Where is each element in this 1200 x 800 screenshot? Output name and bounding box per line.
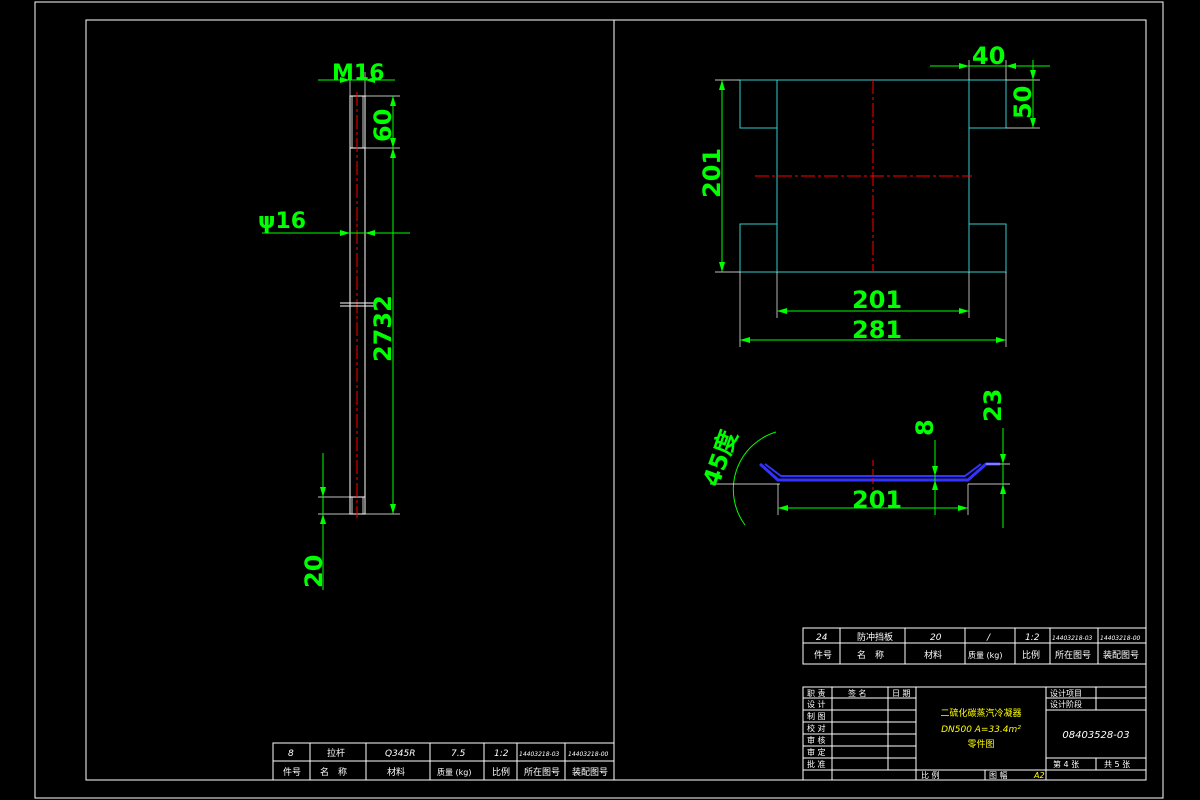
- dim-depth-label: 23: [979, 389, 1007, 422]
- tb-stage-label: 设计阶段: [1050, 699, 1082, 709]
- left-hdr-partno: 件号: [283, 766, 301, 778]
- left-hdr-mass: 质量 (kg): [437, 767, 472, 777]
- right-hdr-material: 材料: [924, 649, 942, 661]
- left-row-name: 拉杆: [327, 747, 345, 759]
- right-hdr-assembly: 装配图号: [1103, 649, 1139, 661]
- dim-depth-arrow-a: [1000, 454, 1006, 464]
- title-block: 职 责 签 名 日 期 设 计 制 图 校 对 审 核 审 定 批 准 二硫化碳…: [802, 686, 1147, 781]
- left-row-drawing: 14403218-03: [519, 751, 560, 758]
- right-row-drawing: 14403218-03: [1052, 635, 1093, 642]
- tb-title-line3: 零件图: [967, 738, 994, 750]
- dim-outer-width-label: 281: [852, 316, 902, 344]
- section-profile-outer: [759, 462, 1000, 482]
- dim-outer-arrow-a: [740, 337, 750, 343]
- right-row-material: 20: [930, 633, 942, 643]
- dim-bottom-length-label: 20: [300, 555, 328, 588]
- tb-total: 共 5 张: [1104, 760, 1130, 769]
- dim-depth-arrow-b: [1000, 484, 1006, 494]
- tb-project-label: 设计项目: [1050, 688, 1082, 698]
- right-hdr-partno: 件号: [814, 649, 832, 661]
- left-hdr-drawing: 所在图号: [524, 766, 560, 778]
- right-row-name: 防冲挡板: [857, 631, 893, 643]
- tb-scale-label: 比 例: [921, 770, 940, 780]
- tb-drawing-number: 08403528-03: [1062, 730, 1129, 741]
- dim-diameter-label: ψ16: [258, 209, 306, 234]
- dim-angle-arc: [732, 431, 777, 526]
- left-row-scale: 1:2: [494, 749, 509, 759]
- tb-hdr-sign: 签 名: [848, 688, 867, 698]
- right-hdr-scale: 比例: [1022, 649, 1040, 661]
- dim-height-arrow-a: [719, 80, 725, 90]
- tb-size-label: 图 幅: [989, 770, 1008, 780]
- tb-title-line1: 二硫化碳蒸汽冷凝器: [940, 707, 1021, 719]
- dim-height-arrow-b: [719, 262, 725, 272]
- right-hdr-name: 名 称: [857, 649, 884, 661]
- tb-hdr-date: 日 期: [892, 689, 911, 698]
- tb-title-line2: DN500 A=33.4m²: [941, 725, 1021, 735]
- right-sheet-frame: [613, 19, 1147, 781]
- dim-main-arrow-b: [390, 504, 396, 514]
- left-row-partno: 8: [288, 749, 294, 759]
- dim-thickness-label: 8: [911, 419, 939, 436]
- left-row-mass: 7.5: [451, 749, 466, 759]
- dim-inner-width-label: 201: [852, 286, 902, 314]
- tb-role-verify: 审 定: [807, 747, 826, 757]
- dim-tab-width-arrow-a: [959, 63, 969, 69]
- section-view: 45度 8 23 201: [697, 389, 1010, 528]
- tb-hdr-role: 职 责: [807, 688, 826, 698]
- dim-bottom-width-label: 201: [852, 486, 902, 514]
- tb-role-check: 校 对: [807, 723, 826, 733]
- dim-bottom-arrow-b: [320, 514, 326, 524]
- dim-bottom-width-arrow-b: [958, 505, 968, 511]
- dim-tab-width-label: 40: [972, 42, 1005, 70]
- tb-role-design: 设 计: [807, 699, 826, 709]
- dim-bottom-arrow-a: [320, 487, 326, 497]
- dim-main-length-label: 2732: [369, 295, 397, 362]
- dim-top-arrow-a: [390, 96, 396, 106]
- right-hdr-drawing: 所在图号: [1055, 649, 1091, 661]
- right-row-mass: /: [986, 633, 991, 643]
- left-row-material: Q345R: [385, 749, 416, 759]
- dim-inner-arrow-b: [959, 308, 969, 314]
- dim-tab-height-arrow-a: [1030, 70, 1036, 80]
- dim-angle-label: 45度: [697, 426, 743, 490]
- right-row-scale: 1:2: [1025, 633, 1040, 643]
- dim-bottom-width-arrow-a: [778, 505, 788, 511]
- cad-drawing-canvas: M16 60 ψ16 2732 20 40 50 201 201 281 45度…: [34, 1, 1164, 799]
- tb-role-draft: 制 图: [807, 711, 826, 721]
- left-hdr-material: 材料: [387, 766, 405, 778]
- tb-sheet: 第 4 张: [1053, 759, 1079, 769]
- dim-inner-arrow-a: [777, 308, 787, 314]
- dim-thickness-arrow-a: [932, 466, 938, 476]
- plate-view: 40 50 201 201 281: [698, 42, 1050, 347]
- right-hdr-mass: 质量 (kg): [968, 650, 1003, 660]
- left-hdr-scale: 比例: [492, 766, 510, 778]
- right-row-assembly: 14403218-00: [1100, 635, 1141, 642]
- dim-thread-label: M16: [332, 61, 385, 86]
- left-hdr-assembly: 装配图号: [572, 766, 608, 778]
- dim-dia-arrow-r: [365, 230, 375, 236]
- tb-role-review: 审 核: [807, 735, 826, 745]
- tb-size-value: A2: [1033, 771, 1045, 780]
- dim-tab-height-label: 50: [1009, 86, 1037, 119]
- right-parts-table: 24 防冲挡板 20 / 1:2 14403218-03 14403218-00…: [802, 627, 1147, 665]
- dim-outer-arrow-b: [996, 337, 1006, 343]
- left-row-assembly: 14403218-00: [568, 751, 609, 758]
- dim-dia-arrow-l: [340, 230, 350, 236]
- left-hdr-name: 名 称: [320, 766, 347, 778]
- dim-height-label: 201: [698, 148, 726, 198]
- tb-role-approve: 批 准: [807, 759, 826, 769]
- left-parts-table: 8 拉杆 Q345R 7.5 1:2 14403218-03 14403218-…: [272, 742, 615, 781]
- right-row-partno: 24: [816, 633, 828, 643]
- dim-top-length-label: 60: [369, 109, 397, 142]
- dim-tab-width-arrow-b: [1006, 63, 1016, 69]
- rod-view: M16 60 ψ16 2732 20: [258, 61, 410, 590]
- dim-main-arrow-a: [390, 148, 396, 158]
